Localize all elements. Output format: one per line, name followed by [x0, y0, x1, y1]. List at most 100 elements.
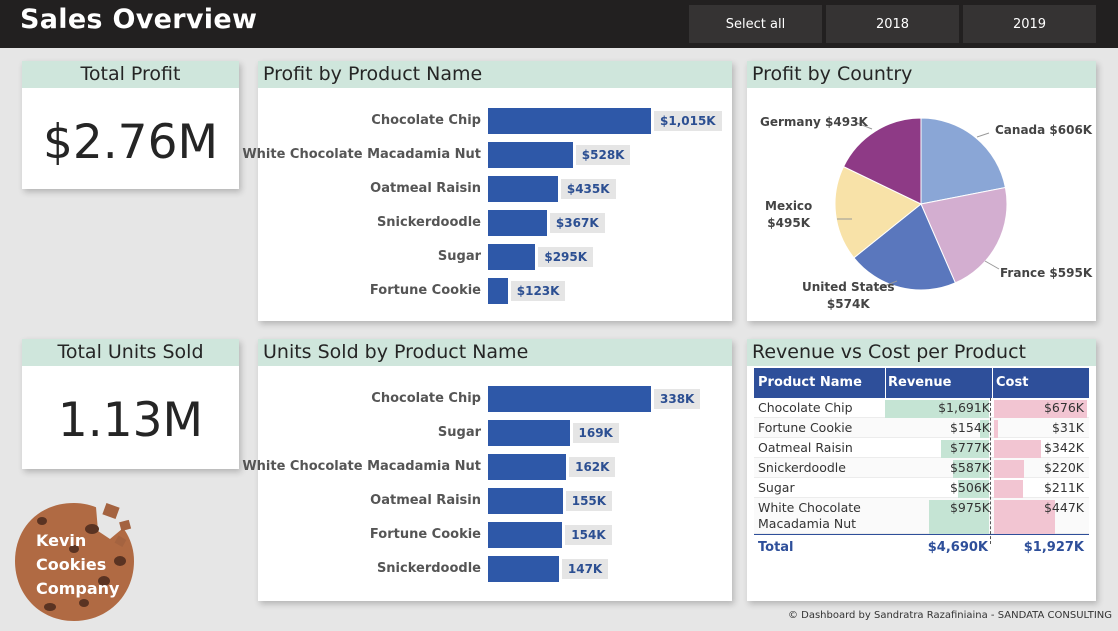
revenue-cell: $1,691K: [938, 400, 990, 415]
bar-value-label: 162K: [569, 457, 616, 477]
cost-cell: $342K: [1043, 440, 1084, 455]
bar-value-label: 338K: [654, 389, 701, 409]
footer-credit: © Dashboard by Sandratra Razafiniaina - …: [787, 610, 1112, 621]
total-profit-value: $2.76M: [42, 115, 219, 170]
bar-row[interactable]: White Chocolate Macadamia Nut 162K: [242, 454, 732, 480]
bar[interactable]: [488, 278, 508, 304]
total-revenue: $4,690K: [927, 540, 988, 555]
total-profit-label: Total Profit: [22, 61, 239, 88]
slicer-select-all-button[interactable]: Select all: [689, 5, 822, 43]
bar-value-label: $123K: [510, 281, 566, 301]
bar[interactable]: [488, 420, 570, 446]
bar-category-label: Oatmeal Raisin: [370, 181, 481, 196]
bar-category-label: Sugar: [437, 249, 481, 264]
revenue-cost-table-card: Revenue vs Cost per Product Product Name…: [747, 339, 1096, 601]
cost-cell: $676K: [1043, 400, 1084, 415]
total-units-value: 1.13M: [57, 393, 204, 448]
profit-by-country-chart[interactable]: Profit by Country Canada $606K France $5…: [747, 61, 1096, 321]
bar[interactable]: [488, 108, 651, 134]
company-logo: Kevin Cookies Company: [12, 499, 137, 624]
bar[interactable]: [488, 556, 559, 582]
logo-line: Company: [36, 579, 120, 598]
bar-row[interactable]: Sugar 169K: [258, 420, 732, 446]
table-row[interactable]: Fortune Cookie $154K $31K: [754, 418, 1089, 438]
units-by-product-title: Units Sold by Product Name: [258, 339, 732, 366]
bar[interactable]: [488, 210, 547, 236]
bar-category-label: Sugar: [437, 425, 481, 440]
bar[interactable]: [488, 244, 536, 270]
bar-value-label: 147K: [561, 559, 609, 579]
product-name-cell: Sugar: [758, 480, 795, 495]
pie-leader-line: [984, 260, 1000, 270]
column-header-revenue[interactable]: Revenue: [888, 368, 951, 398]
product-name-cell: White Chocolate Macadamia Nut: [758, 500, 861, 532]
bar[interactable]: [488, 488, 563, 514]
total-cost: $1,927K: [1023, 540, 1084, 555]
bar-value-label: 169K: [572, 423, 619, 443]
product-name-line: White Chocolate: [758, 500, 861, 515]
pie-leader-line: [976, 132, 990, 138]
product-name-cell: Fortune Cookie: [758, 420, 853, 435]
bar-row[interactable]: Chocolate Chip $1,015K: [258, 108, 732, 134]
bar-row[interactable]: Snickerdoodle 147K: [258, 556, 732, 582]
page-title: Sales Overview: [20, 4, 258, 35]
product-name-cell: Oatmeal Raisin: [758, 440, 853, 455]
bar-category-label: Fortune Cookie: [369, 283, 481, 298]
pie-label-canada: Canada $606K: [995, 123, 1093, 137]
column-header-cost[interactable]: Cost: [996, 368, 1028, 398]
bar-value-label: $295K: [538, 247, 594, 267]
total-profit-card: Total Profit $2.76M: [22, 61, 239, 189]
bar-category-label: Chocolate Chip: [371, 391, 481, 406]
product-name-cell: Snickerdoodle: [758, 460, 846, 475]
units-by-product-chart[interactable]: Units Sold by Product Name Chocolate Chi…: [242, 339, 732, 601]
bar-value-label: $435K: [560, 179, 616, 199]
table-row[interactable]: White Chocolate Macadamia Nut $975K $447K: [754, 498, 1089, 534]
revenue-cell: $587K: [949, 460, 990, 475]
bar-row[interactable]: Fortune Cookie 154K: [258, 522, 732, 548]
table-row[interactable]: Oatmeal Raisin $777K $342K: [754, 438, 1089, 458]
bar-category-label: Snickerdoodle: [376, 215, 481, 230]
pie-label-united-states: United States $574K: [802, 280, 895, 311]
slicer-2019-button[interactable]: 2019: [963, 5, 1096, 43]
table-row[interactable]: Sugar $506K $211K: [754, 478, 1089, 498]
bar-value-label: $367K: [549, 213, 605, 233]
bar-row[interactable]: Fortune Cookie $123K: [258, 278, 732, 304]
cost-cell: $211K: [1043, 480, 1084, 495]
cost-bar: [994, 440, 1042, 458]
bar-value-label: 155K: [565, 491, 613, 511]
cost-bar: [994, 420, 999, 438]
cost-cell: $220K: [1043, 460, 1084, 475]
column-header-product[interactable]: Product Name: [758, 368, 862, 398]
header-divider: [992, 368, 993, 398]
bar[interactable]: [488, 454, 567, 480]
header-bar: Sales Overview Select all 2018 2019: [0, 0, 1118, 48]
revenue-cost-table: Product Name Revenue Cost Chocolate Chip…: [754, 368, 1089, 560]
bar-category-label: Oatmeal Raisin: [370, 493, 481, 508]
cost-cell: $447K: [1043, 500, 1084, 515]
table-total-row: Total $4,690K $1,927K: [754, 534, 1089, 560]
bar[interactable]: [488, 522, 563, 548]
revenue-cell: $506K: [949, 480, 990, 495]
bar[interactable]: [488, 386, 651, 412]
bar[interactable]: [488, 142, 573, 168]
profit-by-product-chart[interactable]: Profit by Product Name Chocolate Chip $1,…: [242, 61, 732, 321]
pie-svg: [834, 117, 1008, 291]
slicer-2018-button[interactable]: 2018: [826, 5, 959, 43]
bar-value-label: $1,015K: [654, 111, 722, 131]
table-row[interactable]: Snickerdoodle $587K $220K: [754, 458, 1089, 478]
cost-cell: $31K: [1051, 420, 1084, 435]
table-row[interactable]: Chocolate Chip $1,691K $676K: [754, 398, 1089, 418]
bar-row[interactable]: Snickerdoodle $367K: [258, 210, 732, 236]
bar-row[interactable]: White Chocolate Macadamia Nut $528K: [242, 142, 732, 168]
bar-row[interactable]: Oatmeal Raisin 155K: [258, 488, 732, 514]
bar-row[interactable]: Chocolate Chip 338K: [258, 386, 732, 412]
bar[interactable]: [488, 176, 558, 202]
logo-text: Kevin Cookies Company: [36, 529, 119, 601]
table-divider-line: [990, 398, 991, 544]
bar-row[interactable]: Sugar $295K: [258, 244, 732, 270]
profit-by-product-title: Profit by Product Name: [258, 61, 732, 88]
pie-label-france: France $595K: [1000, 266, 1093, 280]
bar-row[interactable]: Oatmeal Raisin $435K: [258, 176, 732, 202]
bar-category-label: White Chocolate Macadamia Nut: [242, 147, 481, 162]
bar-value-label: $528K: [575, 145, 631, 165]
